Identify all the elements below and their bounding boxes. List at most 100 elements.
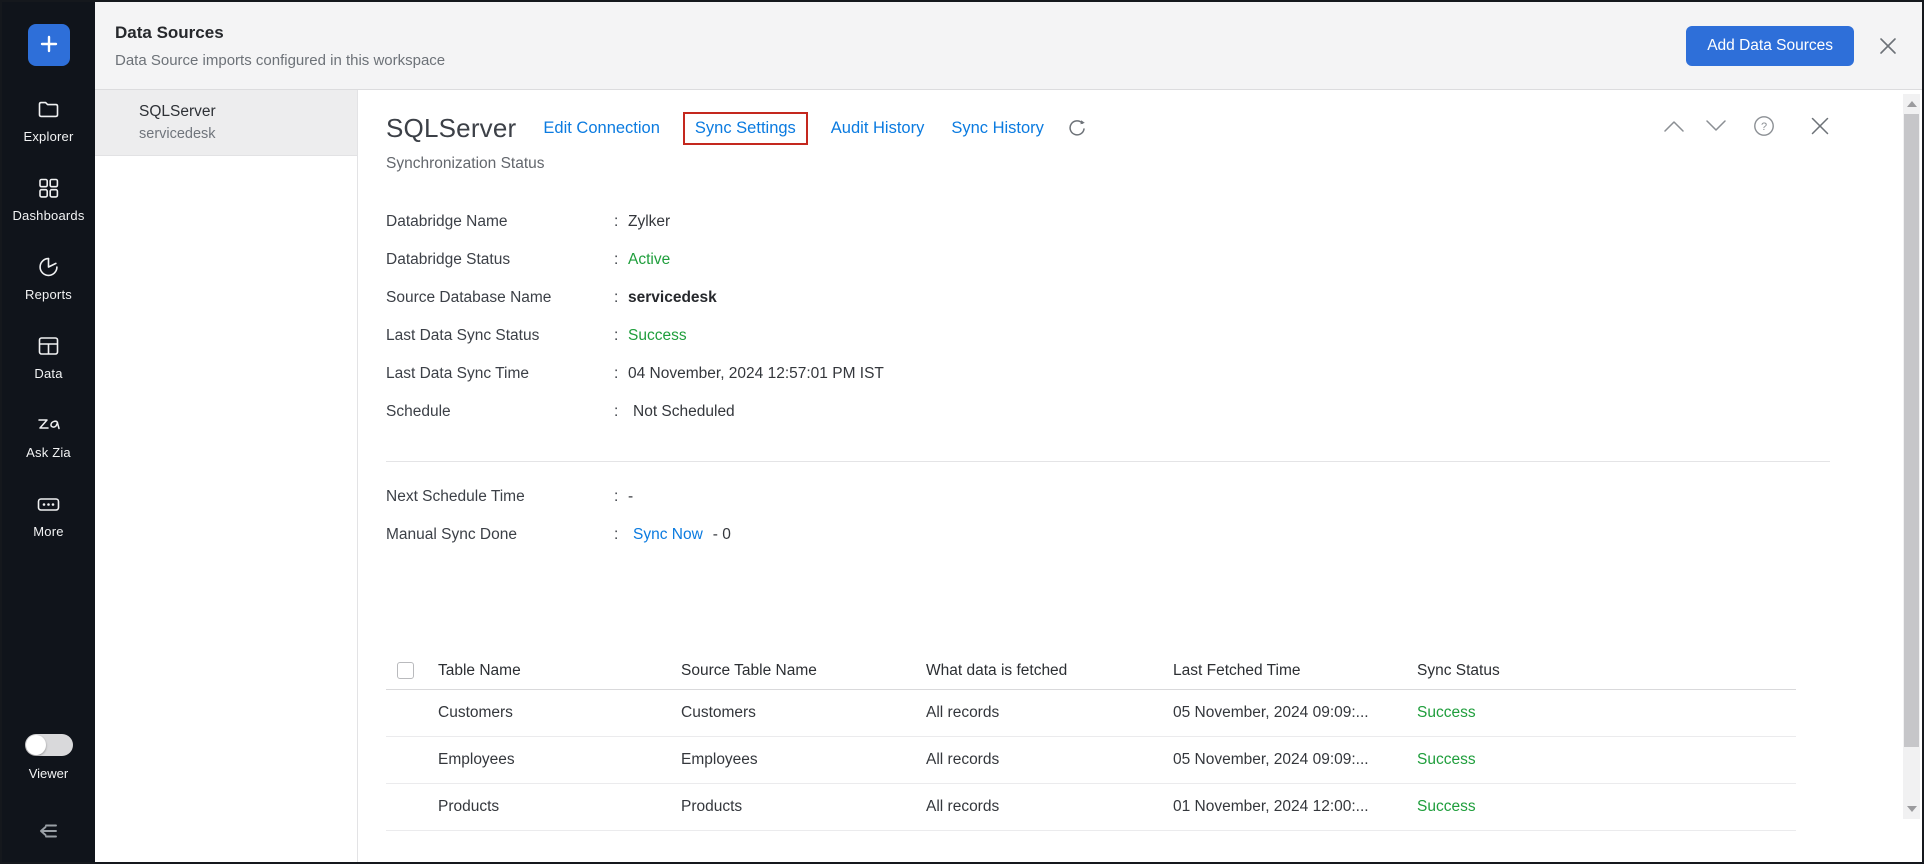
last-sync-status-value: Success xyxy=(628,327,687,345)
close-page-icon[interactable] xyxy=(1876,34,1900,58)
chevron-up-icon[interactable] xyxy=(1662,118,1686,134)
panel-scrollbar xyxy=(1903,94,1920,819)
cell-fetched: All records xyxy=(926,798,1173,816)
source-database: servicedesk xyxy=(139,126,347,142)
sidebar-item-more[interactable]: More xyxy=(33,491,63,539)
cell-sync-status: Success xyxy=(1417,798,1796,816)
sidebar-item-reports[interactable]: Reports xyxy=(25,254,72,302)
cell-fetched: All records xyxy=(926,751,1173,769)
add-data-sources-button[interactable]: Add Data Sources xyxy=(1686,26,1854,66)
cell-fetched: All records xyxy=(926,704,1173,722)
kv-databridge-name: Databridge Name: Zylker xyxy=(386,203,1922,241)
sidebar-item-explorer[interactable]: Explorer xyxy=(23,96,73,144)
cell-table-name: Employees xyxy=(438,751,681,769)
col-table-name: Table Name xyxy=(438,662,681,680)
dashboard-grid-icon xyxy=(35,175,62,201)
cell-sync-status: Success xyxy=(1417,751,1796,769)
last-sync-time-value: 04 November, 2024 12:57:01 PM IST xyxy=(628,365,884,383)
sync-now-link[interactable]: Sync Now xyxy=(633,526,703,544)
content-area: Data Sources Data Source imports configu… xyxy=(95,2,1922,862)
viewer-toggle[interactable] xyxy=(25,734,73,756)
svg-text:?: ? xyxy=(1761,121,1767,133)
app-window: Explorer Dashboards Reports Data Ask Zia xyxy=(0,0,1924,864)
select-all-checkbox[interactable] xyxy=(397,662,414,679)
cell-sync-status: Success xyxy=(1417,704,1796,722)
scrollbar-up-arrow[interactable] xyxy=(1903,96,1920,112)
table-row[interactable]: Products Products All records 01 Novembe… xyxy=(386,784,1796,831)
page-header: Data Sources Data Source imports configu… xyxy=(95,2,1922,90)
kv-next-schedule-time: Next Schedule Time: - xyxy=(386,478,1922,516)
databridge-name-value: Zylker xyxy=(628,213,670,231)
col-source-table-name: Source Table Name xyxy=(681,662,926,680)
cell-last-fetched: 05 November, 2024 09:09:... xyxy=(1173,751,1417,769)
create-new-button[interactable] xyxy=(28,24,70,66)
plus-icon xyxy=(39,34,59,57)
section-divider xyxy=(386,461,1830,462)
chevron-down-icon[interactable] xyxy=(1704,118,1728,134)
source-detail-panel: SQLServer Edit Connection Sync Settings … xyxy=(358,90,1922,862)
cell-last-fetched: 05 November, 2024 09:09:... xyxy=(1173,704,1417,722)
col-sync-status: Sync Status xyxy=(1417,662,1796,680)
kv-databridge-status: Databridge Status: Active xyxy=(386,241,1922,279)
source-title: SQLServer xyxy=(386,113,516,144)
ellipsis-icon xyxy=(35,491,62,517)
col-what-data: What data is fetched xyxy=(926,662,1173,680)
tab-sync-settings[interactable]: Sync Settings xyxy=(683,112,808,145)
databridge-status-value: Active xyxy=(628,251,670,269)
help-icon[interactable]: ? xyxy=(1752,114,1776,138)
pie-chart-icon xyxy=(35,254,62,280)
table-row[interactable]: Customers Customers All records 05 Novem… xyxy=(386,690,1796,737)
cell-table-name: Products xyxy=(438,798,681,816)
table-header-row: Table Name Source Table Name What data i… xyxy=(386,652,1796,690)
source-database-name-value: servicedesk xyxy=(628,289,717,307)
sidebar-item-data[interactable]: Data xyxy=(34,333,62,381)
next-schedule-time-value: - xyxy=(628,488,633,506)
page-title: Data Sources xyxy=(115,23,445,43)
cell-source-table: Products xyxy=(681,798,926,816)
cell-source-table: Employees xyxy=(681,751,926,769)
source-name: SQLServer xyxy=(139,103,347,121)
tab-audit-history[interactable]: Audit History xyxy=(831,119,925,138)
sidebar-item-label: Explorer xyxy=(23,129,73,144)
sync-status-fields: Databridge Name: Zylker Databridge Statu… xyxy=(386,203,1922,431)
zia-icon xyxy=(35,412,62,438)
sidebar-item-label: Reports xyxy=(25,287,72,302)
folder-icon xyxy=(35,96,62,122)
scrollbar-down-arrow[interactable] xyxy=(1903,801,1920,817)
close-panel-icon[interactable] xyxy=(1808,114,1832,138)
table-row[interactable]: Employees Employees All records 05 Novem… xyxy=(386,737,1796,784)
section-title: Synchronization Status xyxy=(386,155,1922,173)
collapse-sidebar-icon[interactable] xyxy=(34,819,64,848)
kv-last-sync-time: Last Data Sync Time: 04 November, 2024 1… xyxy=(386,355,1922,393)
cell-source-table: Customers xyxy=(681,704,926,722)
sidebar-item-label: More xyxy=(33,524,63,539)
refresh-icon[interactable] xyxy=(1067,119,1087,139)
cell-last-fetched: 01 November, 2024 12:00:... xyxy=(1173,798,1417,816)
sidebar-item-label: Data xyxy=(34,366,62,381)
sidebar-item-label: Dashboards xyxy=(12,208,84,223)
scrollbar-thumb[interactable] xyxy=(1904,114,1919,747)
kv-manual-sync-done: Manual Sync Done: Sync Now - 0 xyxy=(386,516,1922,554)
schedule-fields: Next Schedule Time: - Manual Sync Done: … xyxy=(386,478,1922,554)
toggle-knob xyxy=(26,735,46,755)
sidebar-item-dashboards[interactable]: Dashboards xyxy=(12,175,84,223)
tab-sync-history[interactable]: Sync History xyxy=(951,119,1044,138)
viewer-toggle-label: Viewer xyxy=(29,766,69,781)
sidebar-bottom: Viewer xyxy=(2,734,95,848)
sidebar-item-ask-zia[interactable]: Ask Zia xyxy=(26,412,71,460)
kv-source-database-name: Source Database Name: servicedesk xyxy=(386,279,1922,317)
sidebar: Explorer Dashboards Reports Data Ask Zia xyxy=(2,2,95,862)
tables-list: Table Name Source Table Name What data i… xyxy=(386,652,1796,831)
col-last-fetched: Last Fetched Time xyxy=(1173,662,1417,680)
kv-schedule: Schedule: Not Scheduled xyxy=(386,393,1922,431)
panel-tools: ? xyxy=(1662,114,1832,138)
schedule-value: Not Scheduled xyxy=(633,403,735,421)
sidebar-item-label: Ask Zia xyxy=(26,445,71,460)
manual-sync-count: - 0 xyxy=(713,526,731,544)
kv-last-sync-status: Last Data Sync Status: Success xyxy=(386,317,1922,355)
source-list-item-sqlserver[interactable]: SQLServer servicedesk xyxy=(95,90,357,156)
tab-edit-connection[interactable]: Edit Connection xyxy=(543,119,660,138)
cell-table-name: Customers xyxy=(438,704,681,722)
page-subtitle: Data Source imports configured in this w… xyxy=(115,52,445,69)
table-icon xyxy=(35,333,62,359)
